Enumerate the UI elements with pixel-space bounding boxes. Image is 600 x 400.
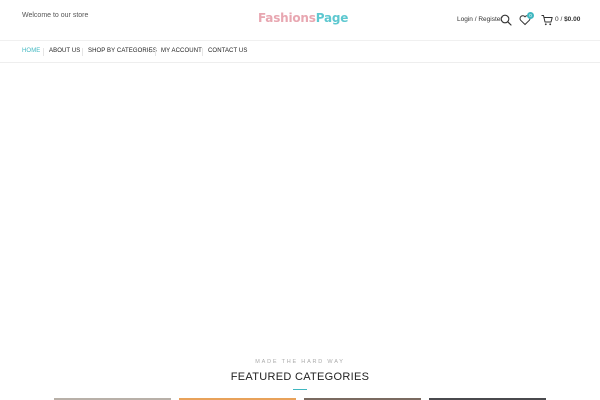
wishlist-count-badge: 0 xyxy=(527,12,534,19)
logo-part-2: Page xyxy=(315,11,349,25)
site-logo[interactable]: FashionsPage xyxy=(258,11,348,25)
logo-part-1: Fashions xyxy=(258,11,316,25)
nav-separator xyxy=(82,48,83,56)
nav-item-about-us[interactable]: ABOUT US xyxy=(49,48,80,54)
nav-item-contact-us[interactable]: CONTACT US xyxy=(208,48,247,54)
search-icon[interactable] xyxy=(500,14,512,26)
cart-summary[interactable]: 0 / $0.00 xyxy=(555,16,580,23)
nav-separator xyxy=(155,48,156,56)
chevron-down-icon xyxy=(148,49,153,53)
section-tagline: MADE THE HARD WAY xyxy=(255,359,345,365)
nav-separator xyxy=(202,48,203,56)
main-navigation: HOME ABOUT US SHOP BY CATEGORIES MY ACCO… xyxy=(0,41,600,63)
login-register-link[interactable]: Login / Register xyxy=(457,16,503,23)
title-underline xyxy=(293,389,307,390)
nav-item-my-account[interactable]: MY ACCOUNT xyxy=(161,48,202,54)
cart-total: $0.00 xyxy=(564,16,581,23)
cart-count: 0 xyxy=(555,16,559,23)
nav-separator xyxy=(43,48,44,56)
nav-item-shop-by-categories[interactable]: SHOP BY CATEGORIES xyxy=(88,48,157,54)
cart-separator: / xyxy=(560,16,563,23)
welcome-text: Welcome to our store xyxy=(22,12,89,19)
nav-item-home[interactable]: HOME xyxy=(22,48,40,54)
cart-icon[interactable] xyxy=(541,14,553,26)
section-title: FEATURED CATEGORIES xyxy=(230,371,370,383)
top-header: Welcome to our store FashionsPage Login … xyxy=(0,0,600,41)
